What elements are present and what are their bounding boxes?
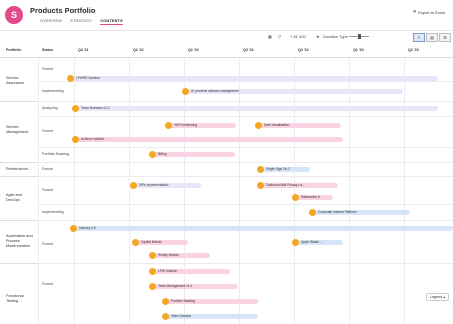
column-status: Status <box>42 48 53 52</box>
star-icon[interactable]: ★ <box>316 34 320 39</box>
tab-strategy[interactable]: STRATEGY <box>70 19 92 23</box>
quarter-label: Q1 '22 <box>133 48 144 52</box>
quarter-label: Q4 '21 <box>78 48 89 52</box>
quarter-label: Q1 '23 <box>353 48 364 52</box>
tab-overview[interactable]: OVERVIEW <box>40 19 62 23</box>
portfolio-label: Functional Testing <box>6 294 24 303</box>
portfolio-label: Performance… <box>6 167 32 171</box>
quarter-label: Q4 '22 <box>298 48 309 52</box>
roadmap-item[interactable]: VM Provisioning <box>165 122 236 129</box>
owner-avatar <box>257 166 264 173</box>
status-row: Implementing AI powered network manageme… <box>38 81 453 102</box>
portfolio-label: Service Assurance <box>6 76 24 85</box>
roadmap-item[interactable]: Billing <box>149 151 235 158</box>
column-portfolio: Portfolio <box>6 48 21 52</box>
quarter-label: Q2 '22 <box>188 48 199 52</box>
owner-avatar <box>130 182 137 189</box>
export-label: Export to Excel <box>418 10 445 15</box>
page-title: Products Portfolio <box>30 6 96 15</box>
owner-avatar <box>257 182 264 189</box>
roadmap-item[interactable]: AI powered network management <box>182 88 403 95</box>
roadmap-item[interactable]: Team Business v1.0 <box>72 105 438 112</box>
roadmap-item[interactable]: Data Visualization <box>255 122 341 129</box>
status-label: Implementing <box>42 89 64 93</box>
owner-avatar <box>149 151 156 158</box>
status-label: Funnel <box>42 67 53 71</box>
status-label: Funnel <box>42 188 53 192</box>
product-avatar[interactable]: S <box>5 6 23 24</box>
owner-avatar <box>72 136 79 143</box>
legend-label: Legend <box>430 295 443 299</box>
roadmap-item[interactable]: Portfolio Backlog <box>162 298 258 305</box>
roadmap-item[interactable]: DiPe implementation <box>130 182 201 189</box>
quarter-label: Q3 '22 <box>243 48 254 52</box>
owner-avatar <box>292 239 299 246</box>
status-row: Implementing Corporate Intranet Platform <box>38 204 453 221</box>
status-row: Funnel Single Sign On 2 <box>38 162 453 177</box>
owner-avatar <box>162 313 169 320</box>
owner-avatar <box>162 298 169 305</box>
export-icon: 🗎 <box>412 9 417 14</box>
tab-bar: OVERVIEW STRATEGY CONTENTS <box>40 19 130 25</box>
chevron-up-icon: ▴ <box>443 295 445 299</box>
portfolio-label: Automation and Process Modernization <box>6 234 33 248</box>
owner-avatar <box>149 268 156 275</box>
status-label: Funnel <box>42 129 53 133</box>
export-button[interactable]: 🗎 Export to Excel <box>413 9 445 16</box>
quarter-label: Q2 '23 <box>408 48 419 52</box>
owner-avatar <box>149 283 156 290</box>
roadmap-item[interactable]: Apple Watch … <box>292 239 343 246</box>
owner-avatar <box>149 252 156 259</box>
roadmap-item[interactable]: Industry 4.0 <box>70 225 453 232</box>
legend-button[interactable]: Legend ▴ <box>426 293 449 301</box>
status-label: Portfolio Backlog <box>42 152 69 156</box>
roadmap-item[interactable]: Single Sign On 2 <box>257 166 310 173</box>
roadmap-item[interactable]: Rationalize In <box>292 194 333 201</box>
owner-avatar <box>165 122 172 129</box>
view-switcher: ≡ ▤ ☰ <box>413 33 451 42</box>
status-row: Funnel LPW Solution Team Management v1.0… <box>38 263 453 324</box>
status-row: Analyzing Team Business v1.0 <box>38 101 453 117</box>
app-header: S Products Portfolio OVERVIEW STRATEGY C… <box>0 0 453 31</box>
roadmap-toolbar: ▦ ▽ + 61 000 ★ Duration Type ≡ ▤ ☰ <box>0 31 453 43</box>
owner-avatar <box>182 88 189 95</box>
portfolio-label: Agile and DevOps <box>6 193 22 202</box>
status-label: Funnel <box>42 167 53 171</box>
duration-label: Duration Type <box>323 34 348 39</box>
owner-avatar <box>72 105 79 112</box>
timeline-view-icon[interactable]: ≡ <box>413 33 425 42</box>
status-row: Funnel VM Provisioning Data Visualizatio… <box>38 116 453 148</box>
roadmap-item[interactable]: Smoky Islands <box>149 252 210 259</box>
status-label: Funnel <box>42 282 53 286</box>
status-row: Portfolio Backlog Billing <box>38 147 453 163</box>
roadmap-item[interactable]: Achieve solution <box>72 136 343 143</box>
owner-avatar <box>309 209 316 216</box>
roadmap-item[interactable]: California Mail Privacy La… <box>257 182 338 189</box>
board-view-icon[interactable]: ▤ <box>426 33 438 42</box>
zoom-label: + 61 000 <box>290 34 306 39</box>
roadmap-item[interactable]: Team Solution <box>162 313 258 320</box>
status-row: Funnel Industry 4.0 Capital Market Apple… <box>38 220 453 264</box>
roadmap-item[interactable]: Team Management v1.0 <box>149 283 238 290</box>
status-label: Funnel <box>42 242 53 246</box>
portfolio-label: Service Management <box>6 125 29 134</box>
grid-icon[interactable]: ▦ <box>268 34 272 39</box>
status-label: Implementing <box>42 210 64 214</box>
status-row: Funnel DiPe implementation California Ma… <box>38 176 453 205</box>
status-row: Funnel LPWRR Solution <box>38 58 453 82</box>
owner-avatar <box>255 122 262 129</box>
owner-avatar <box>292 194 299 201</box>
duration-slider[interactable] <box>349 34 369 39</box>
roadmap-item[interactable]: Corporate Intranet Platform <box>309 209 410 216</box>
roadmap-grid: Service Assurance Funnel LPWRR Solution … <box>0 58 453 324</box>
owner-avatar <box>70 225 77 232</box>
filter-icon[interactable]: ▽ <box>278 34 281 39</box>
roadmap-item[interactable]: LPW Solution <box>149 268 230 275</box>
tab-contents[interactable]: CONTENTS <box>100 19 123 25</box>
roadmap-item[interactable]: Capital Market <box>132 239 188 246</box>
column-header: Portfolio Status Q4 '21 Q1 '22 Q2 '22 Q3… <box>0 44 453 58</box>
status-label: Analyzing <box>42 106 58 110</box>
list-view-icon[interactable]: ☰ <box>439 33 451 42</box>
owner-avatar <box>132 239 139 246</box>
